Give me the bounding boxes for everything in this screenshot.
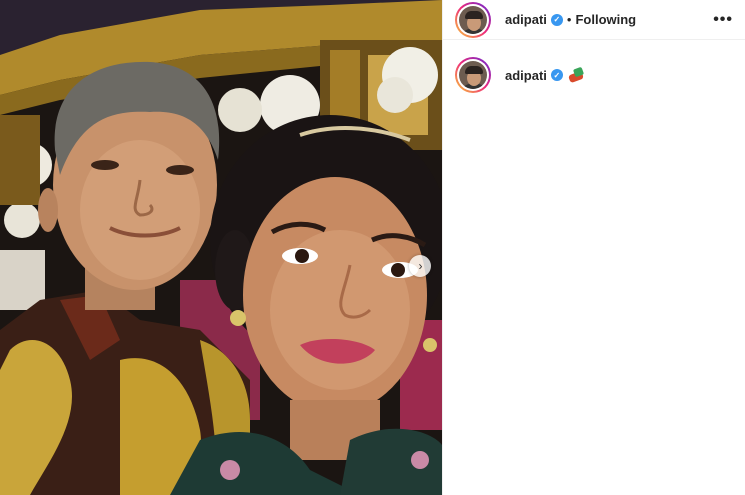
username-link[interactable]: adipati (505, 12, 547, 27)
more-options-icon[interactable]: ••• (713, 11, 733, 29)
next-photo-button[interactable]: › (409, 255, 431, 277)
avatar-image (459, 5, 487, 34)
flexed-biceps-emoji-icon (567, 66, 585, 84)
post-photo[interactable]: › (0, 0, 442, 495)
verified-badge-icon: ✓ (550, 69, 563, 81)
avatar[interactable] (455, 1, 491, 38)
avatar-image (459, 61, 487, 89)
caption-username-link[interactable]: adipati (505, 68, 547, 83)
selfie-image (0, 0, 442, 495)
chevron-right-icon: › (418, 259, 423, 273)
separator-dot: • (566, 12, 572, 27)
post-sidebar: adipati ✓ • Following ••• adipati ✓ (442, 0, 745, 495)
caption-row: adipati ✓ (443, 40, 745, 93)
caption-avatar[interactable] (455, 57, 491, 93)
post-header: adipati ✓ • Following ••• (443, 0, 745, 40)
instagram-post: › adipati ✓ • Following ••• adipati ✓ (0, 0, 745, 495)
verified-badge-icon: ✓ (550, 13, 563, 26)
following-button[interactable]: Following (575, 12, 636, 27)
